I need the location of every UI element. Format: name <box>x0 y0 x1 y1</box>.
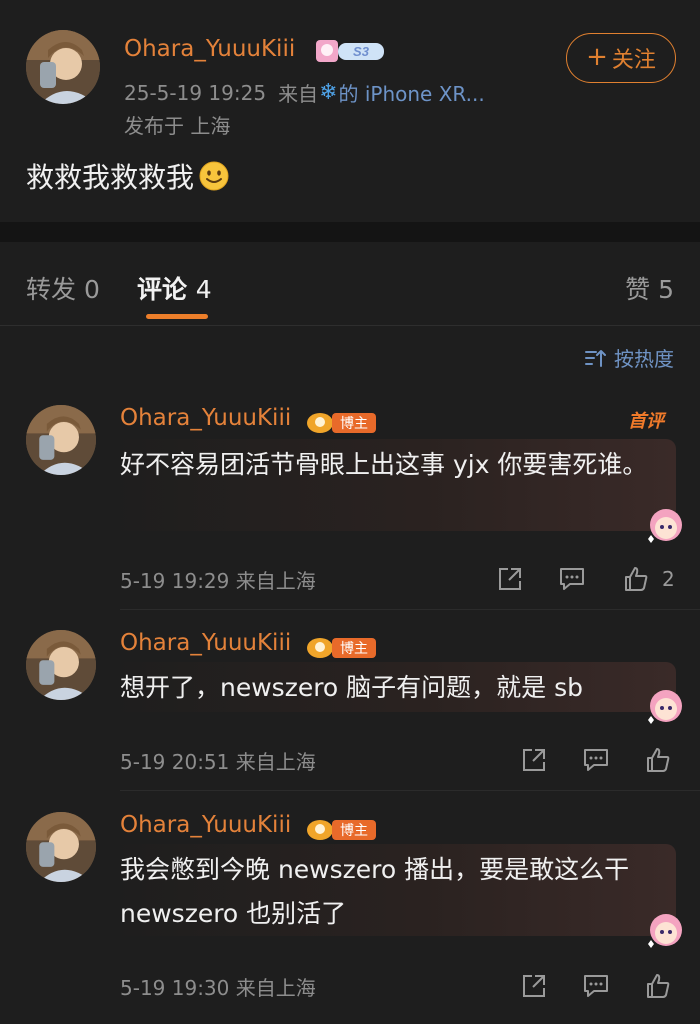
tab-like-label: 赞 <box>625 275 651 304</box>
reply-icon[interactable] <box>582 972 610 1000</box>
comment-text: 我会憋到今晚 newszero 播出，要是敢这么干 newszero 也别活了 <box>120 855 630 928</box>
comment-time: 5-19 19:30 来自上海 <box>120 976 316 1000</box>
follow-button[interactable]: + 关注 <box>566 33 676 83</box>
reply-icon[interactable] <box>558 565 586 593</box>
comment-username[interactable]: Ohara_YuuuKiii <box>120 630 291 656</box>
like-icon[interactable] <box>644 972 672 1000</box>
reply-icon[interactable] <box>582 746 610 774</box>
post-meta: 25-5-19 19:25 来自 ❄ 的 iPhone XR... <box>124 78 485 107</box>
blogger-badge-icon: 博主 <box>307 638 376 658</box>
post-body: 救救我救救我 <box>26 156 230 196</box>
comment-item: Ohara_YuuuKiii 博主 想开了，newszero 脑子有问题，就是 … <box>0 630 700 791</box>
anime-sticker-icon <box>648 509 682 543</box>
tab-comment[interactable]: 评论 4 <box>137 270 212 306</box>
blogger-badge-icon: 博主 <box>307 413 376 433</box>
section-separator <box>0 222 700 242</box>
tab-comment-count: 4 <box>195 275 212 304</box>
blogger-badge-text: 博主 <box>340 822 368 839</box>
comment-item: Ohara_YuuuKiii 博主 首评 好不容易团活节骨眼上出这事 yjx 你… <box>0 405 700 610</box>
tab-repost-label: 转发 <box>26 275 77 304</box>
sort-button[interactable]: 按热度 <box>584 343 674 372</box>
first-comment-badge: 首评 <box>628 411 664 432</box>
comment-username[interactable]: Ohara_YuuuKiii <box>120 405 291 431</box>
like-icon[interactable] <box>622 565 650 593</box>
post-card: Ohara_YuuuKiii S3 + 关注 25-5-19 19:25 来自 … <box>0 0 700 222</box>
tab-like[interactable]: 赞 5 <box>625 270 674 306</box>
post-username[interactable]: Ohara_YuuuKiii <box>124 36 295 62</box>
comment-item: Ohara_YuuuKiii 博主 我会憋到今晚 newszero 播出，要是敢… <box>0 812 700 1012</box>
post-avatar[interactable] <box>26 30 100 104</box>
sort-icon <box>585 349 606 367</box>
anime-sticker-icon <box>648 690 682 724</box>
smile-emoji-icon <box>199 161 229 191</box>
share-icon[interactable] <box>520 746 548 774</box>
anime-sticker-icon <box>648 914 682 948</box>
comment-divider <box>120 609 700 610</box>
post-time: 25-5-19 19:25 <box>124 80 267 105</box>
like-count: 2 <box>662 567 675 591</box>
like-icon[interactable] <box>644 746 672 774</box>
plus-icon: + <box>586 42 608 72</box>
comment-avatar[interactable] <box>26 812 96 882</box>
comment-time: 5-19 19:29 来自上海 <box>120 569 316 593</box>
share-icon[interactable] <box>520 972 548 1000</box>
post-text: 救救我救救我 <box>26 161 195 194</box>
comment-divider <box>120 790 700 791</box>
comment-avatar[interactable] <box>26 405 96 475</box>
tab-repost[interactable]: 转发 0 <box>26 270 100 306</box>
vip-level-text: S3 <box>353 44 370 59</box>
post-source-prefix: 来自 <box>278 82 319 106</box>
blogger-badge-icon: 博主 <box>307 820 376 840</box>
blogger-badge-text: 博主 <box>340 640 368 657</box>
comment-avatar[interactable] <box>26 630 96 700</box>
snowflake-icon: ❄ <box>319 80 338 105</box>
sort-label: 按热度 <box>614 347 674 371</box>
tab-comment-label: 评论 <box>137 275 188 304</box>
post-source-device[interactable]: 的 iPhone XR... <box>339 78 485 107</box>
tab-bar: 转发 0 评论 4 赞 5 <box>0 242 700 326</box>
follow-label: 关注 <box>611 48 656 73</box>
vip-badge-icon: S3 <box>316 40 384 62</box>
share-icon[interactable] <box>496 565 524 593</box>
active-tab-indicator <box>146 314 208 319</box>
comment-text: 想开了，newszero 脑子有问题，就是 sb <box>120 673 584 702</box>
post-location: 发布于 上海 <box>124 114 231 138</box>
tab-repost-count: 0 <box>83 275 100 304</box>
comment-time: 5-19 20:51 来自上海 <box>120 750 316 774</box>
comment-username[interactable]: Ohara_YuuuKiii <box>120 812 291 838</box>
comment-text: 好不容易团活节骨眼上出这事 yjx 你要害死谁。 <box>120 450 648 479</box>
tab-like-count: 5 <box>658 275 674 304</box>
blogger-badge-text: 博主 <box>340 415 368 432</box>
